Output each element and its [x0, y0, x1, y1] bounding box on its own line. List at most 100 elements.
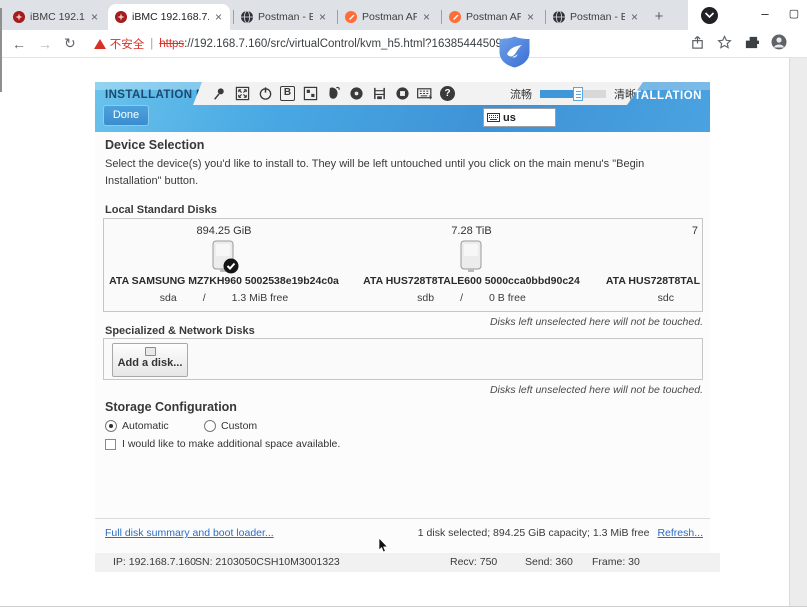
- boot-option-icon[interactable]: B: [280, 86, 295, 101]
- tab-close-icon[interactable]: ×: [89, 10, 100, 24]
- postman-favicon-icon: [448, 10, 462, 24]
- share-icon[interactable]: [690, 35, 705, 50]
- back-icon[interactable]: ←: [12, 36, 26, 52]
- tab-separator: [337, 10, 338, 24]
- window-maximize-button[interactable]: ▢: [784, 5, 804, 25]
- additional-space-label: I would like to make additional space av…: [122, 438, 340, 450]
- radio-automatic[interactable]: [105, 420, 117, 432]
- storage-configuration-title: Storage Configuration: [105, 400, 237, 414]
- slider-handle[interactable]: [573, 87, 583, 101]
- tab-ibmc-1[interactable]: iBMC 192.168.7.16 ×: [6, 4, 106, 30]
- additional-space-checkbox[interactable]: [105, 439, 116, 450]
- forward-icon[interactable]: →: [38, 36, 52, 52]
- disk-free: 1.3 MiB free: [232, 292, 289, 304]
- tab-close-icon[interactable]: ×: [525, 10, 536, 24]
- keyboard-layout-selector[interactable]: us: [483, 108, 556, 127]
- disk-dev: sdc: [658, 292, 674, 304]
- installer-footer: Full disk summary and boot loader... 1 d…: [95, 518, 710, 548]
- cdrom-icon[interactable]: [348, 86, 364, 102]
- unselected-note-2: Disks left unselected here will not be t…: [490, 384, 703, 396]
- profile-avatar-icon[interactable]: [771, 34, 787, 50]
- postman-favicon-icon: [344, 10, 358, 24]
- virtual-keyboard-icon[interactable]: [417, 86, 433, 102]
- tab-close-icon[interactable]: ×: [421, 10, 432, 24]
- power-icon[interactable]: [257, 86, 273, 102]
- keyboard-layout-value: us: [503, 112, 516, 124]
- tab-postman-browse-1[interactable]: Postman - Browse ×: [234, 4, 334, 30]
- mouse-icon[interactable]: [325, 86, 341, 102]
- globe-favicon-icon: [552, 10, 566, 24]
- pin-icon[interactable]: [211, 86, 227, 102]
- radio-custom[interactable]: [204, 420, 216, 432]
- tab-close-icon[interactable]: ×: [213, 10, 224, 24]
- keyboard-icon: [487, 113, 500, 122]
- installer-content: Device Selection Select the device(s) yo…: [95, 132, 710, 553]
- tab-bar: iBMC 192.168.7.16 × iBMC 192.168.7.16 × …: [0, 0, 807, 30]
- slider-label-smooth: 流畅: [510, 86, 532, 102]
- done-button[interactable]: Done: [103, 105, 149, 126]
- tab-postman-browse-2[interactable]: Postman - Browse ×: [546, 4, 646, 30]
- globe-favicon-icon: [240, 10, 254, 24]
- mouse-cursor-icon: [378, 538, 389, 553]
- add-disk-button[interactable]: Add a disk...: [112, 343, 188, 377]
- fullscreen-icon[interactable]: [234, 86, 250, 102]
- refresh-link[interactable]: Refresh...: [657, 527, 703, 539]
- help-icon[interactable]: ?: [440, 86, 455, 101]
- kvm-statusbar: IP: 192.168.7.160 SN: 2103050CSH10M30013…: [95, 553, 720, 572]
- tab-close-icon[interactable]: ×: [317, 10, 328, 24]
- disk-name: ATA HUS728T8TALE600 5000cca0bbd90c24: [344, 275, 599, 287]
- disk-sdc[interactable]: 7 ATA HUS728T8TAL sdc: [599, 219, 702, 311]
- display-grid-icon[interactable]: [302, 86, 318, 102]
- window-edge: [0, 8, 2, 92]
- kvm-toolbar: B ? 流畅 清晰: [193, 82, 643, 105]
- tab-postman-api-1[interactable]: Postman API Platfo ×: [338, 4, 438, 30]
- disk-drive-icon: [457, 240, 487, 276]
- disk-sdb[interactable]: 7.28 TiB ATA HUS728T8TALE600 5000cca0bbd…: [344, 219, 599, 311]
- tab-postman-api-2[interactable]: Postman API Platfo ×: [442, 4, 542, 30]
- extensions-puzzle-icon[interactable]: [744, 35, 759, 50]
- window-minimize-button[interactable]: –: [755, 4, 775, 24]
- record-icon[interactable]: [394, 86, 410, 102]
- quality-slider[interactable]: [540, 90, 606, 98]
- disk-sep: /: [203, 292, 206, 304]
- radio-custom-label: Custom: [221, 420, 257, 432]
- tab-ibmc-2-active[interactable]: iBMC 192.168.7.16 ×: [108, 4, 230, 30]
- disk-capacity: 894.25 GiB: [104, 225, 344, 237]
- tab-title: Postman API Platfo: [362, 11, 417, 23]
- disk-name: ATA HUS728T8TAL: [599, 275, 702, 287]
- tab-separator: [545, 10, 546, 24]
- storage-config-radios: Automatic Custom: [105, 420, 257, 432]
- selection-summary: 1 disk selected; 894.25 GiB capacity; 1.…: [418, 527, 650, 539]
- tab-title: Postman - Browse: [258, 11, 313, 23]
- chevron-down-icon: [704, 11, 715, 19]
- tab-separator: [441, 10, 442, 24]
- url-protocol: https: [159, 38, 184, 50]
- tab-search-button[interactable]: [701, 7, 718, 24]
- disk-dev: sdb: [417, 292, 434, 304]
- specialized-disks-box: Add a disk...: [103, 338, 703, 380]
- tab-title: Postman API Platfo: [466, 11, 521, 23]
- tab-close-icon[interactable]: ×: [629, 10, 640, 24]
- full-disk-summary-link[interactable]: Full disk summary and boot loader...: [105, 527, 274, 539]
- additional-space-row: I would like to make additional space av…: [105, 438, 340, 450]
- disk-drive-icon: [209, 240, 239, 276]
- security-warning-icon: [94, 39, 106, 49]
- status-recv: Recv: 750: [450, 556, 497, 568]
- unselected-note: Disks left unselected here will not be t…: [490, 316, 703, 328]
- tab-title: Postman - Browse: [570, 11, 625, 23]
- mini-disk-icon: [145, 347, 156, 356]
- quality-slider-group: 流畅 清晰: [510, 86, 636, 102]
- security-warning-label: 不安全: [110, 36, 145, 52]
- drives-icon[interactable]: [371, 86, 387, 102]
- disk-name: ATA SAMSUNG MZ7KH960 5002538e19b24c0a: [104, 275, 344, 287]
- tab-title: iBMC 192.168.7.16: [132, 11, 209, 23]
- new-tab-button[interactable]: +: [648, 6, 670, 28]
- status-ip: IP: 192.168.7.160: [113, 556, 196, 568]
- url-field[interactable]: 不安全 | https ://192.168.7.160/src/virtual…: [94, 36, 515, 52]
- page-scrollbar[interactable]: [789, 58, 807, 607]
- tab-separator: [233, 10, 234, 24]
- status-frame: Frame: 30: [592, 556, 640, 568]
- disk-sda[interactable]: 894.25 GiB ATA SAMSUNG MZ7KH960 5002538e…: [104, 219, 344, 311]
- reload-icon[interactable]: ↻: [64, 35, 76, 52]
- bookmark-star-icon[interactable]: [717, 35, 732, 50]
